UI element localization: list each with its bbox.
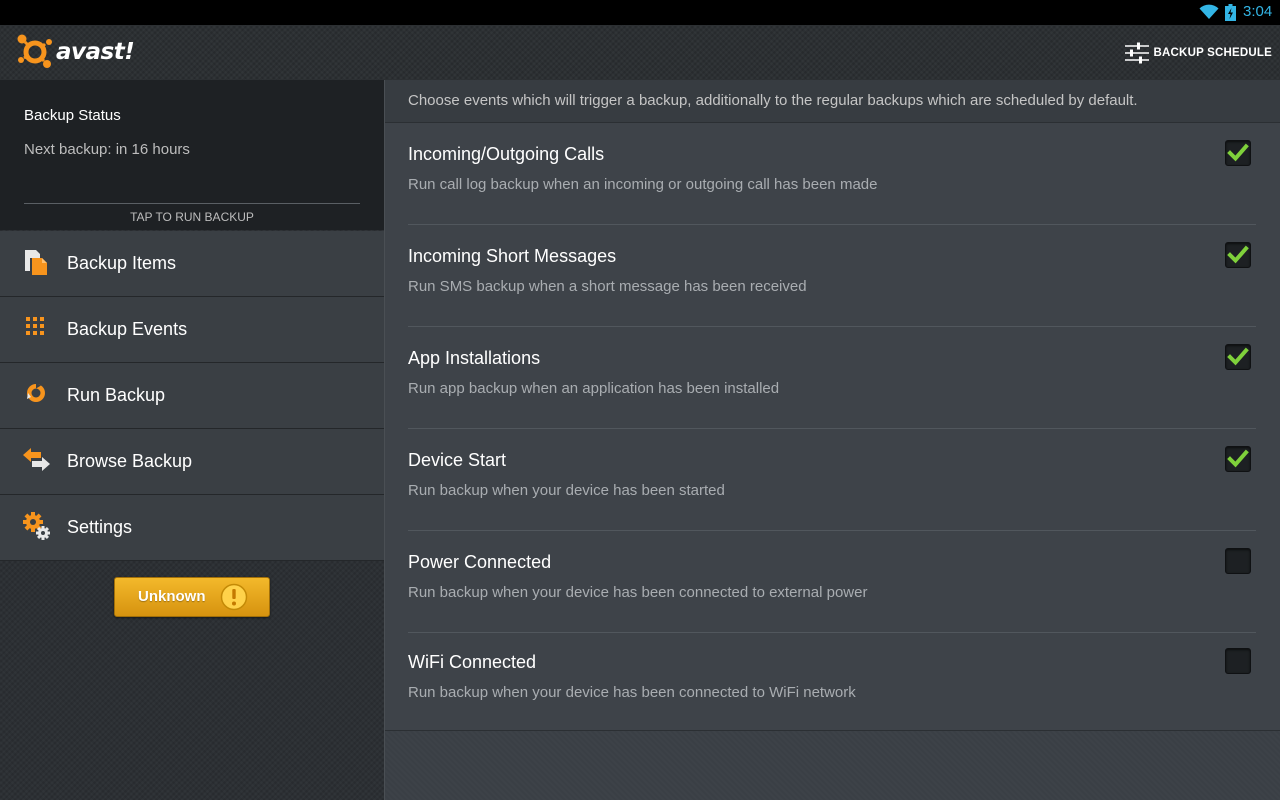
event-row-wifi-connected[interactable]: WiFi Connected Run backup when your devi… <box>408 631 1256 732</box>
backup-schedule-button[interactable]: BACKUP SCHEDULE <box>1124 39 1272 67</box>
intro-banner: Choose events which will trigger a backu… <box>385 80 1280 123</box>
event-description: Run backup when your device has been con… <box>408 684 856 701</box>
event-title: Power Connected <box>408 552 552 572</box>
backup-items-icon <box>25 250 47 275</box>
event-description: Run app backup when an application has b… <box>408 380 780 397</box>
event-title: App Installations <box>408 348 541 368</box>
arrows-icon <box>23 448 50 471</box>
intro-text: Choose events which will trigger a backu… <box>408 92 1138 109</box>
action-bar: avast! BACKUP SCHEDULE <box>0 25 1280 81</box>
unknown-status-button[interactable]: Unknown <box>114 577 270 617</box>
event-title: Incoming Short Messages <box>408 246 617 266</box>
tap-to-run-backup: TAP TO RUN BACKUP <box>130 210 254 224</box>
main-content: Choose events which will trigger a backu… <box>385 80 1280 800</box>
status-bar: 3:04 <box>0 0 1280 25</box>
event-row-power-connected[interactable]: Power Connected Run backup when your dev… <box>408 531 1256 633</box>
event-checkbox[interactable] <box>1225 548 1251 574</box>
divider <box>24 203 360 204</box>
event-row-calls[interactable]: Incoming/Outgoing Calls Run call log bac… <box>408 123 1256 225</box>
next-backup-text: Next backup: in 16 hours <box>24 141 190 158</box>
event-title: WiFi Connected <box>408 652 537 672</box>
nav-item-label: Run Backup <box>67 385 166 405</box>
backup-schedule-label: BACKUP SCHEDULE <box>1153 47 1272 59</box>
nav-menu: Backup Items Backup Events Run Backup Br… <box>0 231 384 561</box>
clock: 3:04 <box>1243 3 1273 20</box>
nav-item-label: Settings <box>67 517 133 537</box>
nav-item-browse-backup[interactable]: Browse Backup <box>0 429 384 495</box>
nav-item-label: Browse Backup <box>67 451 193 471</box>
nav-item-label: Backup Items <box>67 253 177 273</box>
left-panel: Backup Status Next backup: in 16 hours T… <box>0 80 385 800</box>
backup-status-card[interactable]: Backup Status Next backup: in 16 hours T… <box>0 80 384 230</box>
check-icon <box>1227 143 1249 162</box>
nav-item-settings[interactable]: Settings <box>0 495 384 561</box>
grid-icon <box>26 317 44 335</box>
check-icon <box>1227 449 1249 468</box>
event-checkbox[interactable] <box>1225 140 1251 166</box>
event-description: Run call log backup when an incoming or … <box>408 176 878 193</box>
unknown-status-label: Unknown <box>138 588 206 605</box>
check-icon <box>1227 347 1249 366</box>
app-name: avast! <box>56 39 135 65</box>
nav-item-run-backup[interactable]: Run Backup <box>0 363 384 429</box>
event-row-device-start[interactable]: Device Start Run backup when your device… <box>408 429 1256 531</box>
event-row-app-installations[interactable]: App Installations Run app backup when an… <box>408 327 1256 429</box>
warning-icon <box>220 583 248 611</box>
avast-logo-icon <box>17 34 52 68</box>
nav-item-label: Backup Events <box>67 319 188 339</box>
battery-charging-icon <box>1225 4 1236 21</box>
check-icon <box>1227 245 1249 264</box>
wifi-icon <box>1199 4 1219 19</box>
nav-item-backup-items[interactable]: Backup Items <box>0 231 384 297</box>
event-checkbox[interactable] <box>1225 242 1251 268</box>
events-list: Incoming/Outgoing Calls Run call log bac… <box>385 123 1280 731</box>
event-title: Incoming/Outgoing Calls <box>408 144 605 164</box>
event-checkbox[interactable] <box>1225 648 1251 674</box>
event-title: Device Start <box>408 450 507 470</box>
avast-logo: avast! <box>16 33 135 71</box>
event-description: Run backup when your device has been con… <box>408 584 868 601</box>
refresh-icon <box>27 383 45 402</box>
nav-item-backup-events[interactable]: Backup Events <box>0 297 384 363</box>
event-checkbox[interactable] <box>1225 446 1251 472</box>
backup-status-title: Backup Status <box>24 107 121 124</box>
sliders-icon <box>1124 42 1149 64</box>
event-checkbox[interactable] <box>1225 344 1251 370</box>
event-row-sms[interactable]: Incoming Short Messages Run SMS backup w… <box>408 225 1256 327</box>
event-description: Run SMS backup when a short message has … <box>408 278 807 295</box>
event-description: Run backup when your device has been sta… <box>408 482 725 499</box>
gears-icon <box>23 512 50 540</box>
